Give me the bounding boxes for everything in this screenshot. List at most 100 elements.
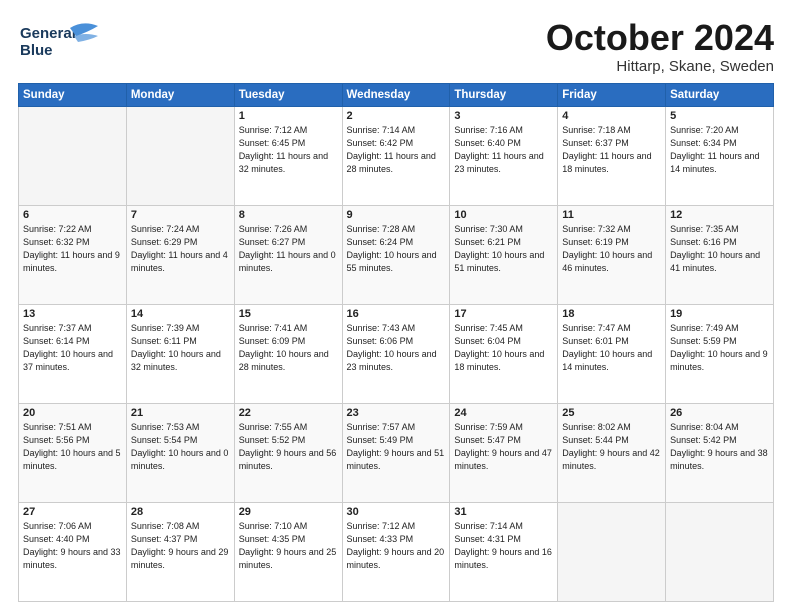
day-number: 26 (670, 407, 769, 419)
title-block: October 2024 Hittarp, Skane, Sweden (546, 18, 774, 75)
day-info: Sunrise: 7:28 AMSunset: 6:24 PMDaylight:… (347, 223, 446, 275)
day-info: Sunrise: 7:08 AMSunset: 4:37 PMDaylight:… (131, 520, 230, 572)
day-info: Sunrise: 7:51 AMSunset: 5:56 PMDaylight:… (23, 421, 122, 473)
day-info: Sunrise: 7:47 AMSunset: 6:01 PMDaylight:… (562, 322, 661, 374)
day-number: 13 (23, 308, 122, 320)
calendar-cell: 29 Sunrise: 7:10 AMSunset: 4:35 PMDaylig… (234, 502, 342, 601)
calendar-cell: 5 Sunrise: 7:20 AMSunset: 6:34 PMDayligh… (666, 106, 774, 205)
day-info: Sunrise: 7:30 AMSunset: 6:21 PMDaylight:… (454, 223, 553, 275)
day-number: 12 (670, 209, 769, 221)
day-number: 28 (131, 506, 230, 518)
day-number: 30 (347, 506, 446, 518)
day-number: 11 (562, 209, 661, 221)
weekday-header-monday: Monday (126, 83, 234, 106)
day-number: 29 (239, 506, 338, 518)
day-number: 15 (239, 308, 338, 320)
calendar-cell: 16 Sunrise: 7:43 AMSunset: 6:06 PMDaylig… (342, 304, 450, 403)
calendar-cell: 2 Sunrise: 7:14 AMSunset: 6:42 PMDayligh… (342, 106, 450, 205)
day-info: Sunrise: 7:24 AMSunset: 6:29 PMDaylight:… (131, 223, 230, 275)
day-number: 8 (239, 209, 338, 221)
calendar-cell: 27 Sunrise: 7:06 AMSunset: 4:40 PMDaylig… (19, 502, 127, 601)
calendar-cell: 25 Sunrise: 8:02 AMSunset: 5:44 PMDaylig… (558, 403, 666, 502)
calendar-cell: 21 Sunrise: 7:53 AMSunset: 5:54 PMDaylig… (126, 403, 234, 502)
day-number: 1 (239, 110, 338, 122)
day-info: Sunrise: 7:26 AMSunset: 6:27 PMDaylight:… (239, 223, 338, 275)
day-number: 18 (562, 308, 661, 320)
calendar-header-row: SundayMondayTuesdayWednesdayThursdayFrid… (19, 83, 774, 106)
calendar-cell: 22 Sunrise: 7:55 AMSunset: 5:52 PMDaylig… (234, 403, 342, 502)
calendar-cell (19, 106, 127, 205)
day-number: 5 (670, 110, 769, 122)
calendar-week-4: 20 Sunrise: 7:51 AMSunset: 5:56 PMDaylig… (19, 403, 774, 502)
weekday-header-friday: Friday (558, 83, 666, 106)
day-number: 22 (239, 407, 338, 419)
calendar-cell: 10 Sunrise: 7:30 AMSunset: 6:21 PMDaylig… (450, 205, 558, 304)
day-number: 31 (454, 506, 553, 518)
weekday-header-saturday: Saturday (666, 83, 774, 106)
svg-text:Blue: Blue (20, 42, 53, 59)
calendar-cell: 14 Sunrise: 7:39 AMSunset: 6:11 PMDaylig… (126, 304, 234, 403)
day-info: Sunrise: 7:16 AMSunset: 6:40 PMDaylight:… (454, 124, 553, 176)
day-info: Sunrise: 7:39 AMSunset: 6:11 PMDaylight:… (131, 322, 230, 374)
calendar-cell: 20 Sunrise: 7:51 AMSunset: 5:56 PMDaylig… (19, 403, 127, 502)
calendar-week-2: 6 Sunrise: 7:22 AMSunset: 6:32 PMDayligh… (19, 205, 774, 304)
day-number: 10 (454, 209, 553, 221)
weekday-header-sunday: Sunday (19, 83, 127, 106)
day-info: Sunrise: 7:12 AMSunset: 4:33 PMDaylight:… (347, 520, 446, 572)
day-number: 4 (562, 110, 661, 122)
calendar-cell: 9 Sunrise: 7:28 AMSunset: 6:24 PMDayligh… (342, 205, 450, 304)
day-info: Sunrise: 7:22 AMSunset: 6:32 PMDaylight:… (23, 223, 122, 275)
day-info: Sunrise: 7:55 AMSunset: 5:52 PMDaylight:… (239, 421, 338, 473)
day-info: Sunrise: 7:32 AMSunset: 6:19 PMDaylight:… (562, 223, 661, 275)
calendar-cell: 7 Sunrise: 7:24 AMSunset: 6:29 PMDayligh… (126, 205, 234, 304)
day-number: 2 (347, 110, 446, 122)
calendar-cell (126, 106, 234, 205)
day-info: Sunrise: 7:41 AMSunset: 6:09 PMDaylight:… (239, 322, 338, 374)
day-number: 6 (23, 209, 122, 221)
day-info: Sunrise: 8:04 AMSunset: 5:42 PMDaylight:… (670, 421, 769, 473)
day-number: 7 (131, 209, 230, 221)
calendar-cell (666, 502, 774, 601)
calendar-cell: 4 Sunrise: 7:18 AMSunset: 6:37 PMDayligh… (558, 106, 666, 205)
calendar-cell: 26 Sunrise: 8:04 AMSunset: 5:42 PMDaylig… (666, 403, 774, 502)
day-info: Sunrise: 7:18 AMSunset: 6:37 PMDaylight:… (562, 124, 661, 176)
day-info: Sunrise: 7:14 AMSunset: 6:42 PMDaylight:… (347, 124, 446, 176)
day-number: 3 (454, 110, 553, 122)
calendar-cell: 15 Sunrise: 7:41 AMSunset: 6:09 PMDaylig… (234, 304, 342, 403)
day-number: 9 (347, 209, 446, 221)
calendar-cell: 11 Sunrise: 7:32 AMSunset: 6:19 PMDaylig… (558, 205, 666, 304)
day-info: Sunrise: 7:49 AMSunset: 5:59 PMDaylight:… (670, 322, 769, 374)
svg-text:General: General (20, 25, 76, 42)
day-info: Sunrise: 7:53 AMSunset: 5:54 PMDaylight:… (131, 421, 230, 473)
day-number: 25 (562, 407, 661, 419)
day-info: Sunrise: 7:12 AMSunset: 6:45 PMDaylight:… (239, 124, 338, 176)
calendar-cell: 31 Sunrise: 7:14 AMSunset: 4:31 PMDaylig… (450, 502, 558, 601)
calendar-cell: 28 Sunrise: 7:08 AMSunset: 4:37 PMDaylig… (126, 502, 234, 601)
location: Hittarp, Skane, Sweden (546, 58, 774, 75)
day-info: Sunrise: 8:02 AMSunset: 5:44 PMDaylight:… (562, 421, 661, 473)
day-number: 16 (347, 308, 446, 320)
day-info: Sunrise: 7:14 AMSunset: 4:31 PMDaylight:… (454, 520, 553, 572)
day-info: Sunrise: 7:45 AMSunset: 6:04 PMDaylight:… (454, 322, 553, 374)
calendar-cell: 1 Sunrise: 7:12 AMSunset: 6:45 PMDayligh… (234, 106, 342, 205)
calendar-cell: 8 Sunrise: 7:26 AMSunset: 6:27 PMDayligh… (234, 205, 342, 304)
logo-svg: General Blue (18, 18, 108, 62)
day-info: Sunrise: 7:20 AMSunset: 6:34 PMDaylight:… (670, 124, 769, 176)
calendar-cell: 19 Sunrise: 7:49 AMSunset: 5:59 PMDaylig… (666, 304, 774, 403)
weekday-header-thursday: Thursday (450, 83, 558, 106)
weekday-header-tuesday: Tuesday (234, 83, 342, 106)
calendar-cell: 12 Sunrise: 7:35 AMSunset: 6:16 PMDaylig… (666, 205, 774, 304)
day-number: 21 (131, 407, 230, 419)
day-number: 23 (347, 407, 446, 419)
page: General Blue October 2024 Hittarp, Skane… (0, 0, 792, 612)
calendar-cell: 23 Sunrise: 7:57 AMSunset: 5:49 PMDaylig… (342, 403, 450, 502)
day-number: 14 (131, 308, 230, 320)
day-info: Sunrise: 7:37 AMSunset: 6:14 PMDaylight:… (23, 322, 122, 374)
calendar-week-5: 27 Sunrise: 7:06 AMSunset: 4:40 PMDaylig… (19, 502, 774, 601)
calendar-cell: 24 Sunrise: 7:59 AMSunset: 5:47 PMDaylig… (450, 403, 558, 502)
calendar-cell: 30 Sunrise: 7:12 AMSunset: 4:33 PMDaylig… (342, 502, 450, 601)
day-number: 17 (454, 308, 553, 320)
calendar-cell: 13 Sunrise: 7:37 AMSunset: 6:14 PMDaylig… (19, 304, 127, 403)
day-number: 20 (23, 407, 122, 419)
day-number: 24 (454, 407, 553, 419)
